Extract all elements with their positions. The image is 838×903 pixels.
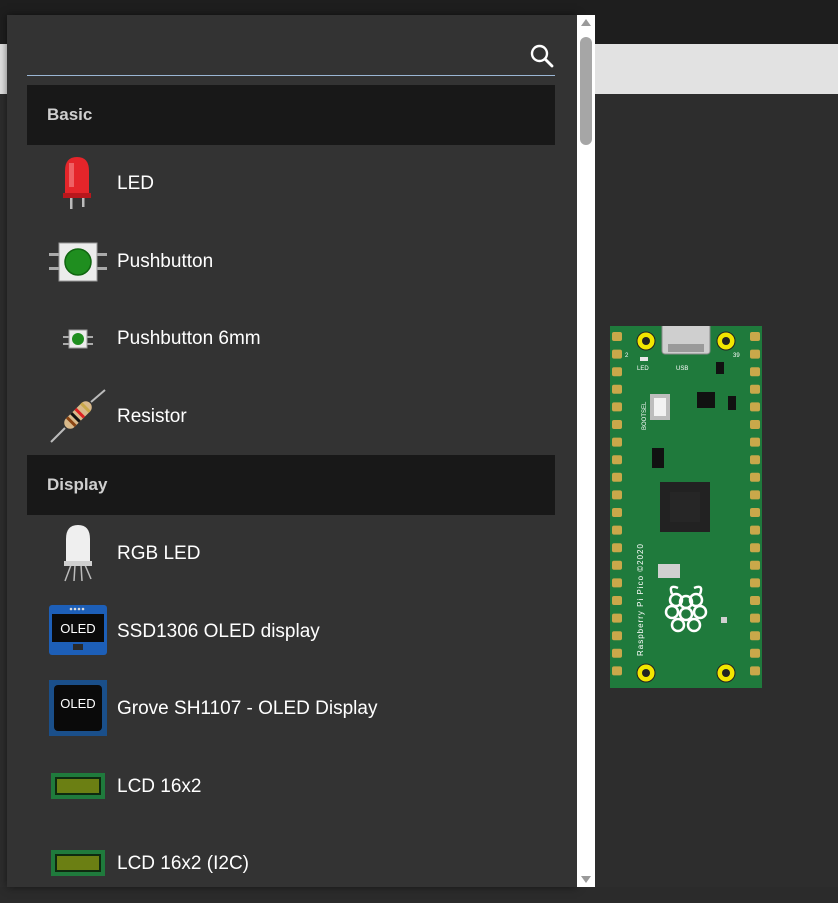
list-item-label: LCD 16x2 — [117, 775, 202, 797]
led-label: LED — [637, 366, 649, 372]
header-pin[interactable] — [612, 543, 622, 553]
header-pin[interactable] — [750, 578, 760, 588]
header-pin[interactable] — [750, 596, 760, 605]
header-pin[interactable] — [750, 437, 760, 447]
usb-label: USB — [676, 366, 688, 372]
list-item-pushbutton[interactable]: Pushbutton — [27, 223, 555, 301]
bootsel-label: BOOTSEL — [642, 401, 648, 430]
header-pin[interactable] — [612, 596, 622, 605]
header-pin[interactable] — [612, 490, 622, 500]
header-pin[interactable] — [750, 508, 760, 517]
header-pin[interactable] — [612, 367, 622, 377]
header-pin[interactable] — [612, 420, 622, 429]
header-pin[interactable] — [750, 648, 760, 658]
header-pin[interactable] — [612, 666, 622, 676]
header-pin[interactable] — [750, 490, 760, 500]
category-basic: Basic — [27, 85, 555, 145]
header-pin[interactable] — [750, 631, 760, 641]
header-pin[interactable] — [750, 613, 760, 623]
list-item-label: SSD1306 OLED display — [117, 620, 320, 642]
header-pin[interactable] — [612, 332, 622, 341]
header-pin[interactable] — [750, 367, 760, 377]
header-pin[interactable] — [612, 349, 622, 359]
header-pin[interactable] — [750, 384, 760, 394]
oled-icon-text: OLED — [60, 621, 95, 636]
scroll-up-arrow-icon[interactable] — [581, 19, 591, 26]
header-pin[interactable] — [612, 508, 622, 517]
list-item-resistor[interactable]: Resistor — [27, 378, 555, 456]
component-picker-popup: Basic LED Pushbutton Pushbutton 6mm Resi… — [7, 15, 577, 887]
popup-scrollbar[interactable] — [577, 15, 595, 887]
category-display: Display — [27, 455, 555, 515]
header-pin[interactable] — [612, 525, 622, 535]
list-item-label: Pushbutton — [117, 250, 214, 272]
list-item-grove-sh1107[interactable]: OLED Grove SH1107 - OLED Display — [27, 670, 555, 748]
header-pin[interactable] — [750, 349, 760, 359]
header-pin[interactable] — [750, 472, 760, 482]
list-item-ssd1306-oled[interactable]: OLED SSD1306 OLED display — [27, 593, 555, 671]
list-item-label: Grove SH1107 - OLED Display — [117, 698, 378, 719]
header-pin[interactable] — [612, 402, 622, 412]
header-pin[interactable] — [750, 332, 760, 341]
header-pin[interactable] — [750, 560, 760, 570]
grove-oled-icon-text: OLED — [60, 696, 95, 711]
header-pin[interactable] — [612, 648, 622, 658]
lcd-icon — [51, 772, 105, 799]
scroll-thumb[interactable] — [580, 37, 592, 145]
header-pin[interactable] — [750, 666, 760, 676]
header-pin[interactable] — [750, 543, 760, 553]
header-pin[interactable] — [612, 613, 622, 623]
list-item-label: Pushbutton 6mm — [117, 328, 261, 349]
scroll-down-arrow-icon[interactable] — [581, 876, 591, 883]
header-pin[interactable] — [612, 560, 622, 570]
header-pin[interactable] — [612, 437, 622, 447]
header-pin[interactable] — [612, 384, 622, 394]
header-pin[interactable] — [750, 402, 760, 412]
list-item-lcd-16x2-i2c[interactable]: LCD 16x2 (I2C) — [27, 825, 555, 903]
search-input[interactable] — [27, 37, 521, 75]
header-pin[interactable] — [612, 455, 622, 465]
search-bar — [27, 37, 555, 76]
header-pin[interactable] — [612, 578, 622, 588]
list-item-label: LED — [117, 173, 154, 194]
pushbutton-6mm-icon — [63, 329, 93, 349]
led-icon — [63, 157, 91, 209]
oled-display-icon: OLED — [49, 604, 107, 655]
header-pin[interactable] — [612, 631, 622, 641]
pushbutton-icon — [49, 242, 107, 281]
component-list: Basic LED Pushbutton Pushbutton 6mm Resi… — [27, 85, 555, 903]
search-icon[interactable] — [529, 43, 555, 69]
list-item-label: Resistor — [117, 405, 187, 427]
lcd-i2c-icon — [51, 850, 105, 876]
list-item-pushbutton-6mm[interactable]: Pushbutton 6mm — [27, 300, 555, 378]
list-item-label: RGB LED — [117, 543, 201, 564]
list-item-lcd-16x2[interactable]: LCD 16x2 — [27, 748, 555, 826]
pin-label-right: 39 — [733, 353, 740, 359]
header-pin[interactable] — [750, 525, 760, 535]
header-pin[interactable] — [750, 455, 760, 465]
list-item-rgb-led[interactable]: RGB LED — [27, 515, 555, 593]
rgb-led-icon — [64, 525, 92, 582]
raspberry-pi-pico-board[interactable]: 2 39 LED USB BOOTSEL Raspberry Pi Pico ©… — [610, 326, 762, 688]
resistor-icon — [50, 388, 106, 443]
header-pin[interactable] — [612, 472, 622, 482]
board-silkscreen: Raspberry Pi Pico ©2020 — [636, 543, 645, 656]
grove-oled-icon: OLED — [49, 680, 107, 736]
list-item-led[interactable]: LED — [27, 145, 555, 223]
header-pin[interactable] — [750, 420, 760, 429]
list-item-label: LCD 16x2 (I2C) — [117, 853, 249, 874]
